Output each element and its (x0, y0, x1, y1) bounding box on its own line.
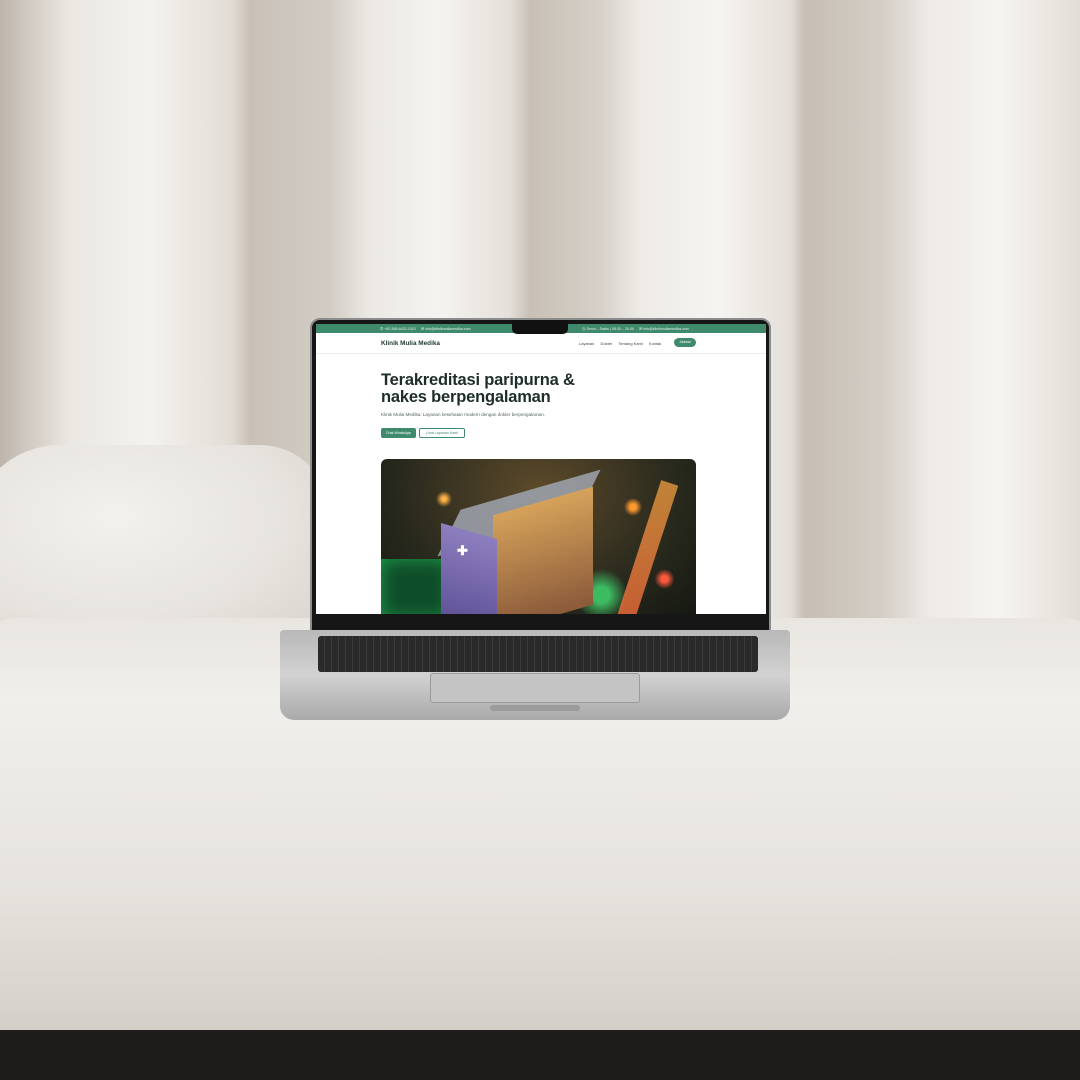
topbar-phone[interactable]: ✆+62 858-6432-1012 (380, 326, 417, 331)
navbar: Klinik Mulia Medika Layanan Dokter Tenta… (316, 333, 766, 354)
camera-notch (512, 320, 568, 334)
phone-icon: ✆ (380, 326, 384, 331)
floor (0, 1030, 1080, 1080)
topbar-email-right-text: info@klinikmuliamedika.com (643, 327, 689, 331)
laptop-trackpad (430, 673, 640, 703)
nav-link-dokter[interactable]: Dokter (600, 341, 612, 346)
nav-link-tentang-kami[interactable]: Tentang Kami (618, 341, 642, 346)
clock-icon: ◷ (582, 326, 586, 331)
laptop-screen: ✆+62 858-6432-1012 ✉info@klinikmuliamedi… (316, 324, 766, 614)
photo-building-front (441, 522, 497, 614)
laptop-lip (490, 705, 580, 711)
nav-link-layanan[interactable]: Layanan (579, 341, 594, 346)
topbar-phone-text: +62 858-6432-1012 (384, 327, 416, 331)
whatsapp-button[interactable]: Chat WhatsApp (381, 428, 416, 438)
hero-title: Terakreditasi paripurna & nakes berpenga… (381, 371, 575, 406)
hero-subtitle: Klinik Mulia Medika: Layanan kesehatan m… (381, 412, 545, 417)
nav-cta-button[interactable]: Jadwal (674, 338, 696, 347)
laptop-keyboard (318, 636, 758, 672)
nav-links: Layanan Dokter Tentang Kami Kontak (579, 341, 666, 346)
services-button[interactable]: Lihat Layanan Kami (419, 428, 465, 438)
brand-logo-text[interactable]: Klinik Mulia Medika (381, 340, 440, 347)
hospital-photo: ✚ (381, 459, 696, 614)
topbar-hours-text: Senin – Sabtu | 08.00 – 20.00 (586, 327, 635, 331)
photo-road (611, 480, 679, 614)
topbar-email-left[interactable]: ✉info@klinikmuliamedika.com (420, 326, 471, 331)
topbar-email-left-text: info@klinikmuliamedika.com (425, 327, 471, 331)
topbar-hours: ◷Senin – Sabtu | 08.00 – 20.00 (582, 326, 635, 331)
mail-icon: ✉ (420, 326, 425, 331)
hospital-cross-icon: ✚ (457, 543, 468, 558)
topbar-email-right[interactable]: ✉info@klinikmuliamedika.com (639, 326, 689, 331)
mail-icon: ✉ (639, 326, 643, 331)
nav-link-kontak[interactable]: Kontak (649, 341, 661, 346)
